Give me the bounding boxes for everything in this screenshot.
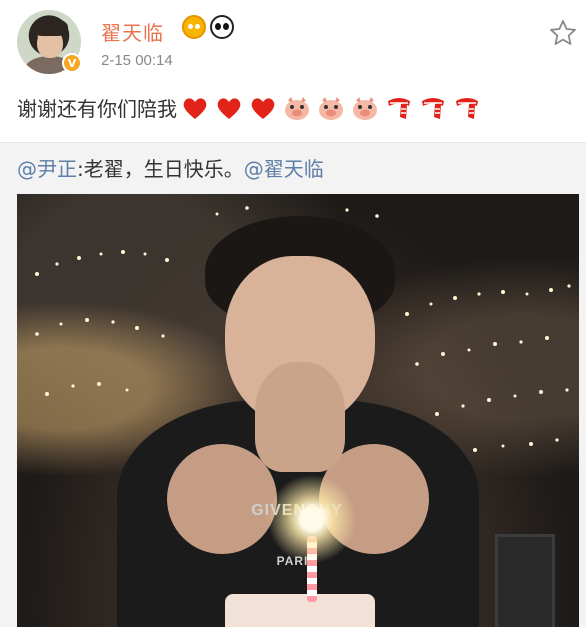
heart-icon [217,97,241,119]
scarf-emoji-icon [456,97,478,119]
heart-icon [251,97,275,119]
mention-target-link[interactable]: @翟天临 [244,157,324,181]
person-hands [255,362,345,472]
crown-badge-icon [182,15,206,39]
pig-emoji-icon [285,96,309,120]
scarf-emoji-icon [388,97,410,119]
repost-body: :老翟，生日快乐。 [77,157,244,181]
mention-author-link[interactable]: @尹正 [17,157,77,181]
repost-text: @尹正:老翟，生日快乐。@翟天临 [17,153,324,182]
post-timestamp[interactable]: 2-15 00:14 [101,52,173,69]
chair [495,534,555,627]
post-body: 谢谢还有你们陪我 [17,93,481,122]
avatar[interactable]: V [17,10,82,74]
pig-emoji-icon [319,96,343,120]
emoji-row [181,95,481,121]
username[interactable]: 翟天临 [101,17,164,46]
verified-badge-icon: V [62,53,82,73]
post-photo[interactable]: GIVENCHY PARIS [17,194,579,627]
pig-emoji-icon [353,96,377,120]
star-icon[interactable] [548,18,578,48]
birthday-cake [225,594,375,627]
scarf-emoji-icon [422,97,444,119]
heart-icon [183,97,207,119]
post-text: 谢谢还有你们陪我 [17,97,177,121]
candle-flame [267,474,357,564]
user-badges [182,15,234,39]
panda-badge-icon [210,15,234,39]
weibo-post: V 翟天临 2-15 00:14 谢谢还有你们陪我 @尹正:老翟，生日快乐。@翟… [0,0,586,627]
